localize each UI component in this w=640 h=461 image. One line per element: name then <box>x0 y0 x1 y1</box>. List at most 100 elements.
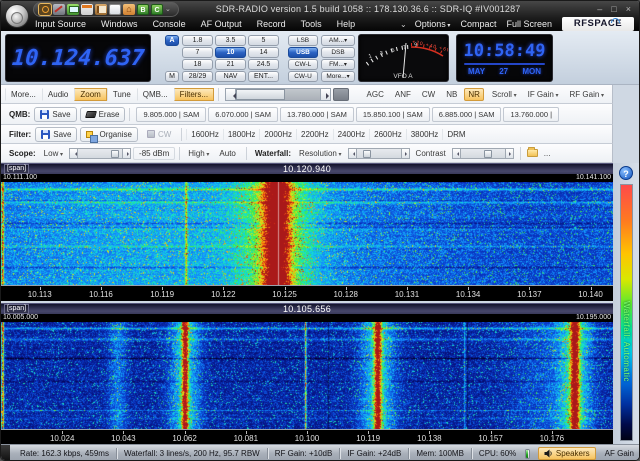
band-button[interactable]: 3.5 <box>215 35 246 46</box>
band-button[interactable]: 18 <box>182 59 213 70</box>
mode-menu-button[interactable]: DSB <box>321 47 355 58</box>
frequency-scrollbar[interactable] <box>225 88 331 101</box>
qmb-memory-button[interactable]: 9.805.000 | SAM <box>136 107 206 122</box>
qmb-memory-button[interactable]: 15.850.100 | SAM <box>356 107 430 122</box>
speakers-button[interactable]: Speakers <box>538 447 596 460</box>
scroll-right-icon[interactable] <box>320 88 331 101</box>
bandwidth-button[interactable]: 1800Hz <box>223 129 260 140</box>
lower-frequency-scale[interactable]: 10.02410.04310.06210.08110.10010.11910.1… <box>1 429 613 444</box>
bandwidth-button[interactable]: 3800Hz <box>406 129 443 140</box>
qmb-memory-button[interactable]: 6.885.000 | SAM <box>432 107 502 122</box>
dsp-toggle[interactable]: AGC <box>363 88 388 101</box>
gain-dropdown[interactable]: RF Gain <box>566 88 608 101</box>
menu-item[interactable]: Windows <box>101 19 138 29</box>
power-icon[interactable] <box>39 4 51 15</box>
gain-dropdown[interactable]: IF Gain <box>524 88 563 101</box>
band-button[interactable]: 14 <box>248 47 279 58</box>
gain-dropdown[interactable]: Scroll <box>488 88 521 101</box>
menu-item[interactable]: Input Source <box>35 19 86 29</box>
scope-more-button[interactable]: ... <box>540 147 555 160</box>
toolbar-button[interactable]: Audio <box>42 88 74 101</box>
filter-organise-button[interactable]: Organise <box>80 127 137 142</box>
dsp-toggle[interactable]: CW <box>418 88 439 101</box>
band-button[interactable]: 10 <box>215 47 246 58</box>
lower-waterfall-canvas[interactable] <box>1 322 613 429</box>
compact-button[interactable]: Compact <box>460 19 496 29</box>
preset-b-icon[interactable]: B <box>137 4 149 15</box>
menu-item[interactable]: Record <box>257 19 286 29</box>
slider-left-icon[interactable] <box>452 148 461 159</box>
slider-left-icon[interactable] <box>348 148 357 159</box>
filter-save-button[interactable]: Save <box>35 127 77 142</box>
frequency-display[interactable]: 10.124.637 <box>5 34 151 82</box>
slider-thumb[interactable] <box>363 150 371 158</box>
toolbar-button[interactable]: Zoom <box>74 88 106 101</box>
waterfall-resolution-dropdown[interactable]: Resolution <box>295 147 346 160</box>
scroll-left-icon[interactable] <box>225 88 236 101</box>
slider-track[interactable] <box>78 148 122 159</box>
qmb-save-button[interactable]: Save <box>34 107 76 122</box>
toolbar-button[interactable]: QMB... <box>137 88 174 101</box>
mode-button[interactable]: LSB <box>288 35 318 46</box>
close-button[interactable]: × <box>626 2 631 16</box>
upper-frequency-scale[interactable]: 10.11310.11610.11910.12210.12510.12810.1… <box>1 285 613 301</box>
slider-track[interactable] <box>357 148 401 159</box>
tools-icon[interactable] <box>53 4 65 15</box>
scope-auto-button[interactable]: Auto <box>213 147 241 160</box>
band-button[interactable]: 21 <box>215 59 246 70</box>
scope-low-dropdown[interactable]: Low <box>40 147 67 160</box>
app-menu-orb[interactable] <box>5 4 29 28</box>
upper-waterfall-canvas[interactable] <box>1 182 613 285</box>
scope-level-button[interactable]: -85 dBm <box>133 147 175 160</box>
options-menu[interactable]: Options <box>415 19 451 29</box>
qmb-memory-button[interactable]: 13.780.000 | SAM <box>280 107 354 122</box>
slider-track[interactable] <box>461 148 505 159</box>
scrollbar-thumb[interactable] <box>236 89 285 100</box>
band-button[interactable]: 5 <box>248 35 279 46</box>
fullscreen-button[interactable]: Full Screen <box>506 19 552 29</box>
toolbar-button[interactable]: More... <box>5 88 42 101</box>
document-icon[interactable] <box>109 4 121 15</box>
menu-item[interactable]: Help <box>337 19 356 29</box>
mode-menu-button[interactable]: FM... <box>321 59 355 70</box>
menu-item[interactable]: Tools <box>301 19 322 29</box>
menu-item[interactable]: AF Output <box>201 19 242 29</box>
mode-menu-button[interactable]: AM... <box>321 35 355 46</box>
bandwidth-button[interactable]: 2200Hz <box>296 129 333 140</box>
waterfall-colorbar[interactable]: Waterfall: Automatic <box>620 184 633 441</box>
bandwidth-button[interactable]: 1600Hz <box>186 129 223 140</box>
slider-right-icon[interactable] <box>505 148 514 159</box>
toolbar-button[interactable]: Filters... <box>174 88 214 101</box>
preset-c-icon[interactable]: C <box>151 4 163 15</box>
band-button[interactable]: NAV <box>215 71 246 82</box>
qmb-erase-button[interactable]: Erase <box>80 107 126 122</box>
toolbar-button[interactable]: Tune <box>107 88 137 101</box>
home-icon[interactable] <box>123 4 135 15</box>
restore-button[interactable]: □ <box>611 2 616 16</box>
mode-button[interactable]: CW-L <box>288 59 318 70</box>
scope-low-slider[interactable] <box>69 148 131 159</box>
calendar-icon[interactable] <box>81 4 93 15</box>
quick-access-overflow-icon[interactable] <box>165 5 173 13</box>
bandwidth-button[interactable]: DRM <box>442 129 469 140</box>
slider-left-icon[interactable] <box>69 148 78 159</box>
slider-right-icon[interactable] <box>401 148 410 159</box>
bandwidth-button[interactable]: 2000Hz <box>259 129 296 140</box>
dsp-toggle[interactable]: NB <box>442 88 461 101</box>
slider-right-icon[interactable] <box>122 148 131 159</box>
folder-icon[interactable] <box>527 149 538 157</box>
scrollbar-track[interactable] <box>236 88 320 101</box>
qmb-memory-button[interactable]: 13.760.000 | <box>503 107 559 122</box>
band-button[interactable]: 7 <box>182 47 213 58</box>
slider-thumb[interactable] <box>484 150 492 158</box>
minimize-button[interactable]: – <box>597 2 602 16</box>
memory-button[interactable]: M <box>165 71 179 82</box>
resolution-slider[interactable] <box>348 148 410 159</box>
help-icon[interactable]: ? <box>619 166 633 180</box>
band-button[interactable]: 24.5 <box>248 59 279 70</box>
qmb-memory-button[interactable]: 6.070.000 | SAM <box>208 107 278 122</box>
dsp-toggle[interactable]: NR <box>464 88 484 101</box>
scope-high-dropdown[interactable]: High <box>184 147 213 160</box>
contacts-icon[interactable] <box>95 4 107 15</box>
display-icon[interactable] <box>67 4 79 15</box>
